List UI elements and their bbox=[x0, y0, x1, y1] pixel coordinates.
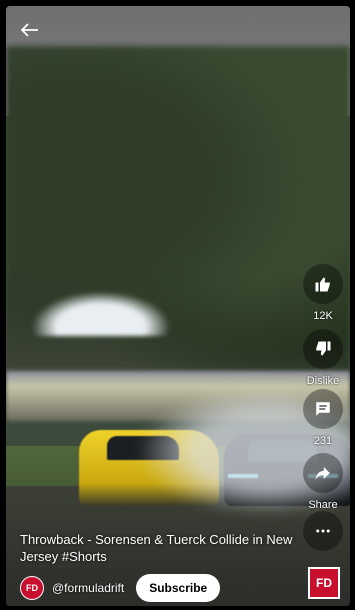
share-label: Share bbox=[308, 499, 338, 511]
thumbs-up-icon bbox=[315, 277, 330, 292]
like-button[interactable] bbox=[303, 264, 343, 304]
arrow-left-icon bbox=[20, 23, 38, 37]
video-tent bbox=[31, 291, 171, 336]
more-icon bbox=[316, 529, 330, 533]
shorts-player[interactable]: 12K Dislike 231 Share Throwback - Sorens… bbox=[6, 6, 350, 606]
dislike-label: Dislike bbox=[306, 375, 340, 387]
thumbs-down-icon bbox=[316, 341, 331, 356]
video-frame[interactable] bbox=[6, 6, 350, 606]
channel-logo[interactable]: FD bbox=[308, 567, 340, 599]
channel-avatar[interactable]: FD bbox=[20, 576, 44, 600]
video-title[interactable]: Throwback - Sorensen & Tuerck Collide in… bbox=[20, 531, 310, 565]
back-button[interactable] bbox=[20, 22, 44, 42]
dislike-action[interactable]: Dislike bbox=[302, 329, 344, 387]
like-action[interactable]: 12K bbox=[302, 264, 344, 322]
subscribe-button[interactable]: Subscribe bbox=[136, 574, 221, 602]
comments-button[interactable] bbox=[303, 389, 343, 429]
comments-action[interactable]: 231 bbox=[302, 389, 344, 447]
like-count: 12K bbox=[313, 310, 333, 322]
comment-count: 231 bbox=[313, 435, 333, 447]
dislike-button[interactable] bbox=[303, 329, 343, 369]
channel-handle[interactable]: @formuladrift bbox=[52, 581, 124, 595]
comment-icon bbox=[316, 402, 330, 416]
share-button[interactable] bbox=[303, 453, 343, 493]
share-action[interactable]: Share bbox=[302, 453, 344, 511]
channel-bar: FD @formuladrift Subscribe bbox=[20, 574, 221, 602]
share-icon bbox=[315, 467, 330, 480]
